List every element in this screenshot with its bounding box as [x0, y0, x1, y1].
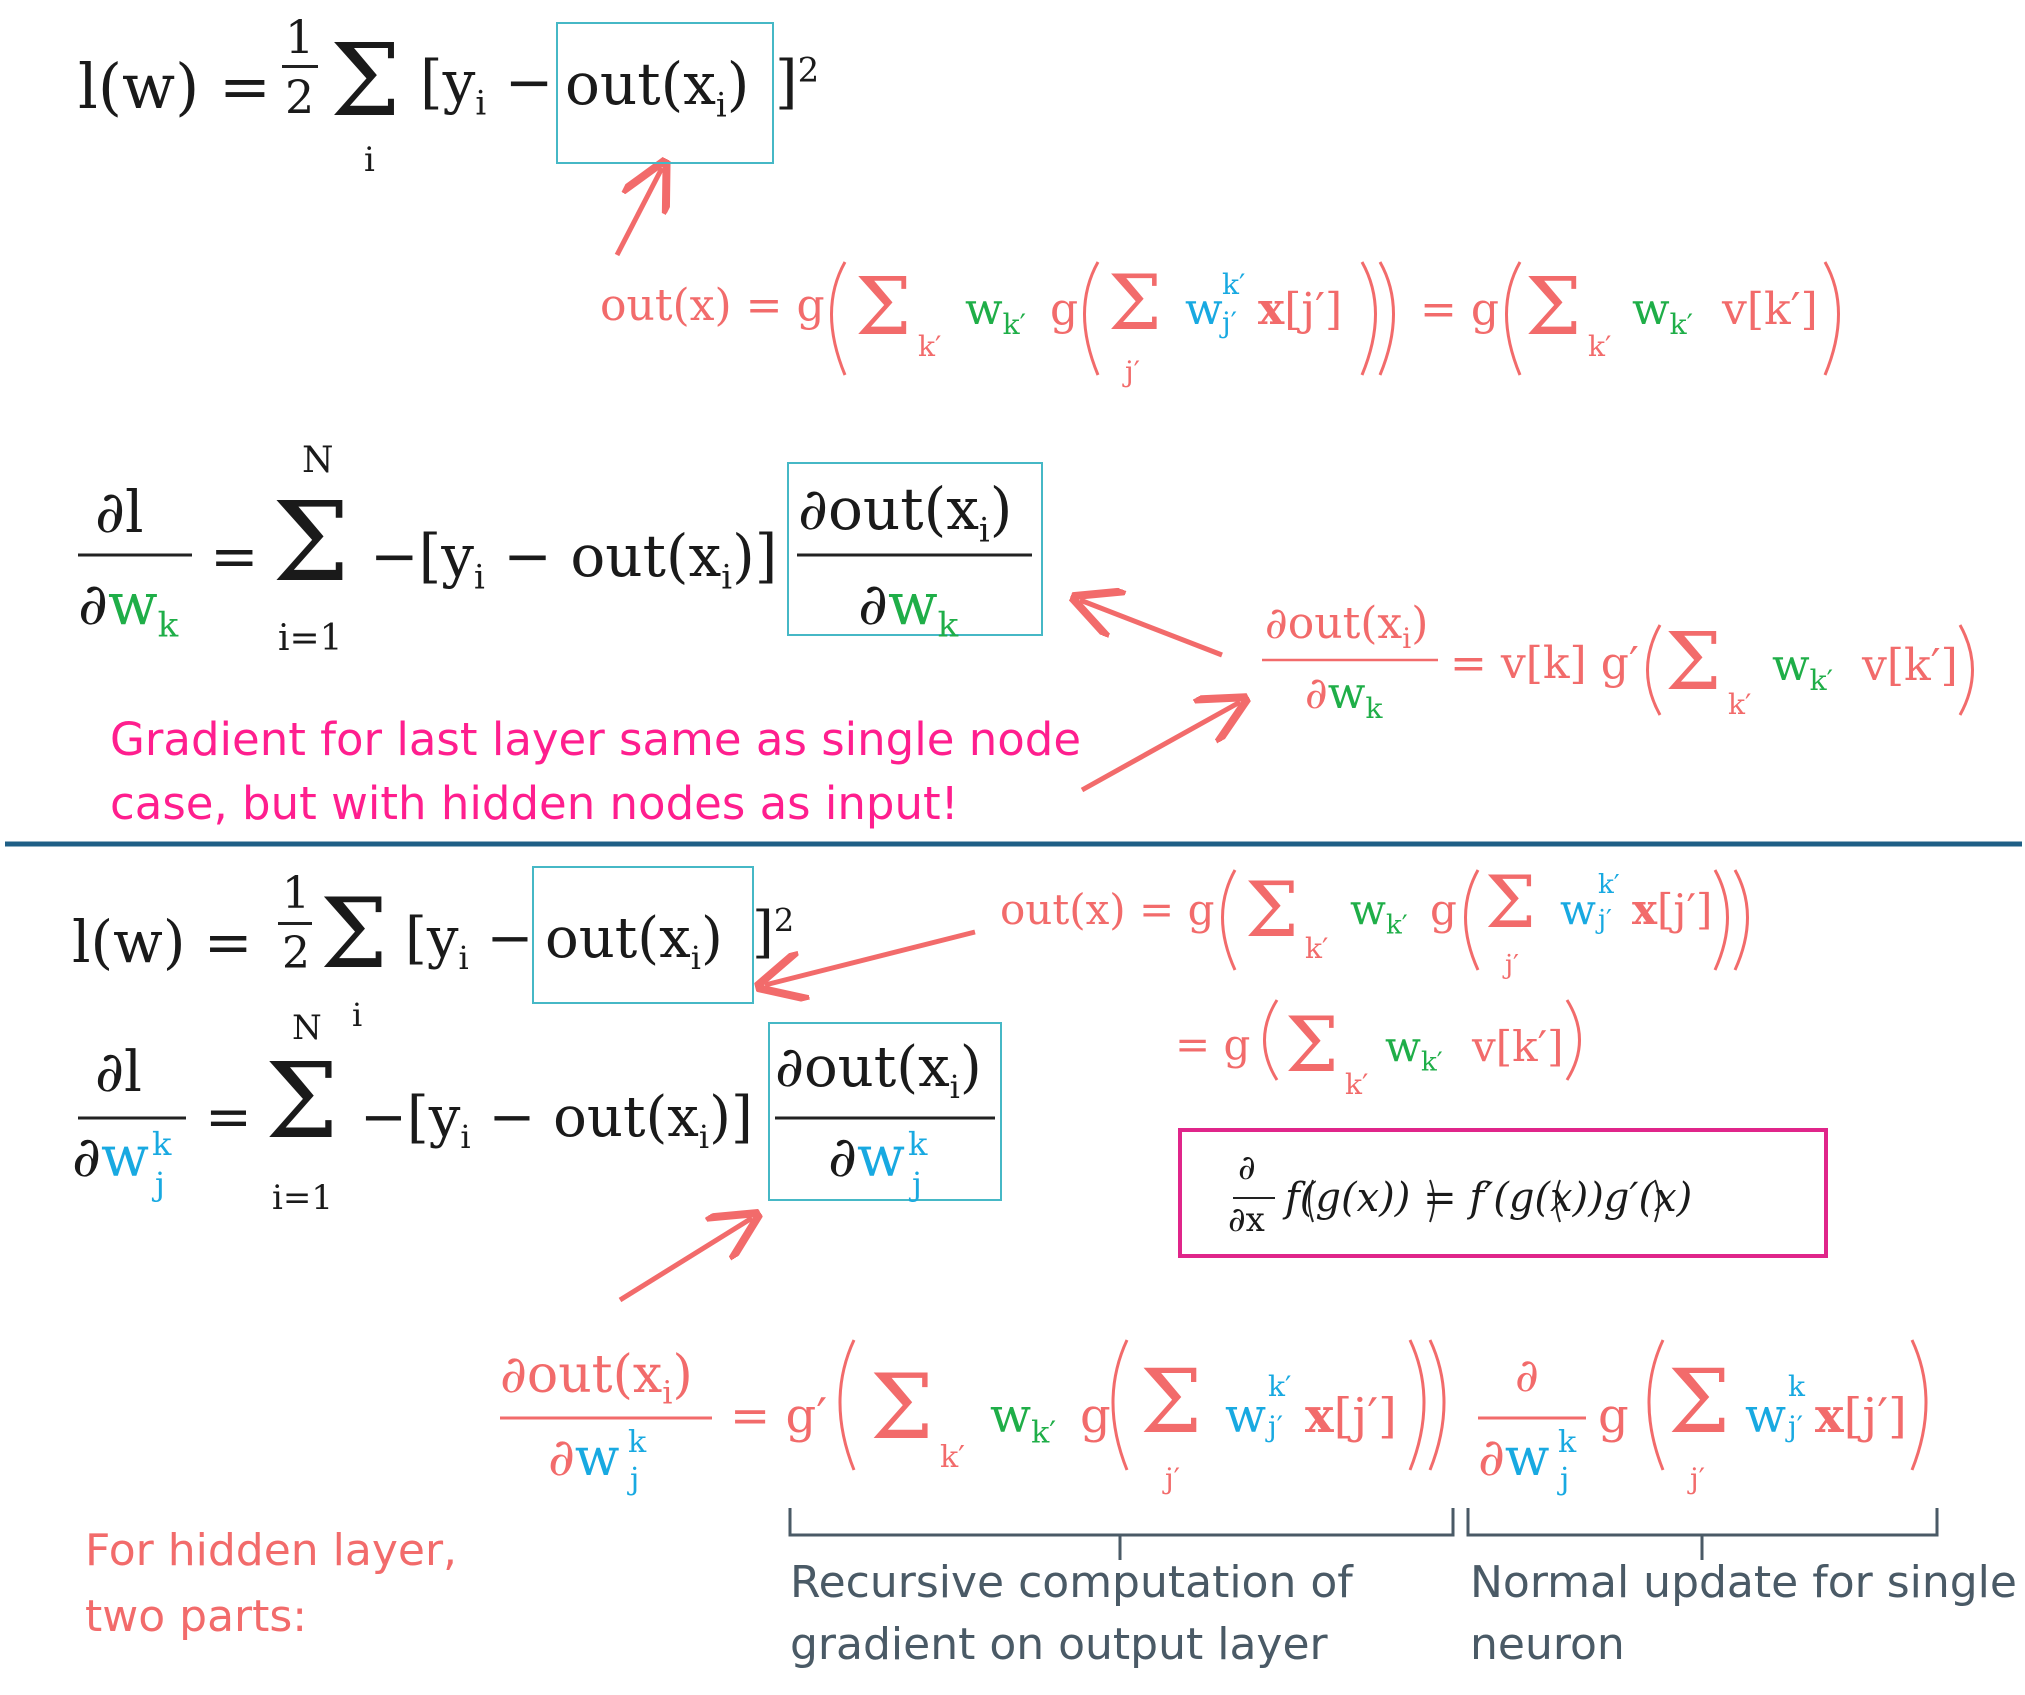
note-line-1: Gradient for last layer same as single n… [110, 713, 1082, 766]
arrow-note-to-deriv [1080, 702, 1240, 793]
brace-left-label: Recursive computation of gradient on out… [790, 1557, 1353, 1670]
loss-lhs: l(w) = [78, 50, 271, 123]
brace-right-label: Normal update for single neuron [1470, 1557, 2017, 1670]
bracket-close: ]2 [775, 48, 820, 116]
top-note: Gradient for last layer same as single n… [110, 708, 1081, 836]
note-line-2: case, but with hidden nodes as input! [110, 777, 959, 830]
arrow-deriv-to-box [1080, 600, 1223, 658]
boxed-out: out(xi) [565, 50, 750, 126]
arrow-hidden-to-box [618, 1218, 752, 1303]
half-denominator: 2 [285, 70, 315, 124]
half-numerator: 1 [285, 10, 315, 64]
sum-index: i [364, 140, 375, 180]
arrow-out-to-box-bottom [765, 929, 976, 985]
arrow-out-to-box [614, 168, 662, 257]
bracket-y: [yi − [420, 48, 554, 124]
hidden-layer-note: For hidden layer, two parts: [85, 1525, 458, 1642]
sum-symbol: Σ [330, 22, 401, 139]
